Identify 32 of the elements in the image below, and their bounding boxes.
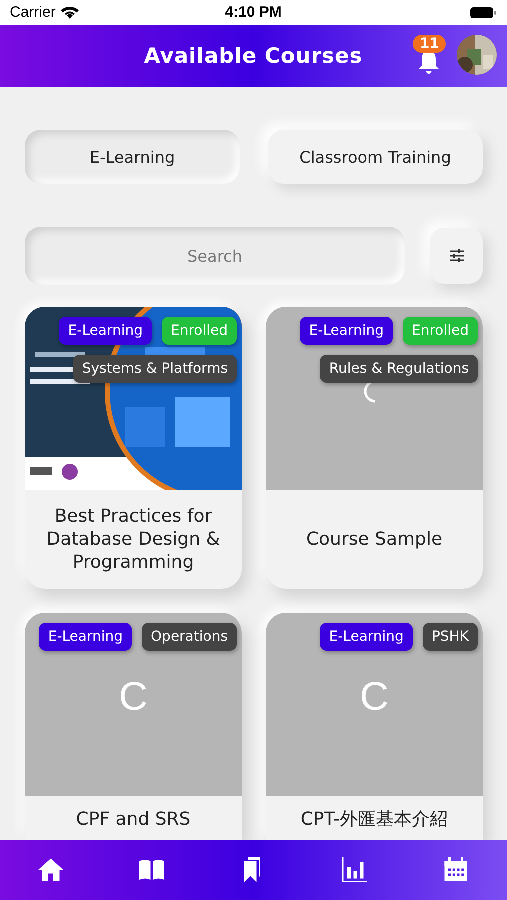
carrier-label: Carrier [10, 4, 56, 21]
course-tag: E-Learning [59, 317, 152, 345]
course-tag: E-Learning [320, 623, 413, 651]
course-title: Best Practices for Database Design & Programming [46, 505, 222, 574]
bar-chart-icon [340, 855, 370, 885]
placeholder-letter: C [360, 674, 389, 720]
course-title: CPT-外匯基本介紹 [300, 808, 448, 831]
wifi-icon [60, 6, 79, 19]
page-title: Available Courses [144, 44, 363, 68]
course-card[interactable]: E-Learning Enrolled Systems & Platforms Best Practices for Database Design & Programming [25, 307, 242, 589]
notification-badge: 11 [413, 35, 446, 53]
course-tag: E-Learning [300, 317, 393, 345]
clock-time: 4:10 PM [225, 4, 282, 21]
placeholder-letter: C [119, 674, 148, 720]
course-tag: Rules & Regulations [320, 355, 478, 383]
course-tag: Enrolled [402, 317, 478, 345]
course-tag: E-Learning [39, 623, 132, 651]
course-tag: Enrolled [162, 317, 237, 345]
sliders-icon [448, 249, 464, 263]
course-tag: PSHK [422, 623, 478, 651]
search-field[interactable]: Search [25, 227, 405, 285]
filter-button[interactable] [430, 228, 483, 284]
battery-icon [470, 6, 497, 18]
course-card[interactable]: E-Learning PSHK C CPT-外匯基本介紹 [266, 613, 483, 840]
filter-tab[interactable]: E-Learning [25, 130, 240, 184]
course-tag: Systems & Platforms [73, 355, 237, 383]
course-title: Course Sample [306, 528, 443, 551]
course-card[interactable]: E-Learning Enrolled Rules & Regulations Course Sample [266, 307, 483, 589]
course-card[interactable]: E-Learning Operations C CPF and SRS [25, 613, 242, 840]
course-title: CPF and SRS [76, 808, 191, 831]
filter-tab[interactable]: Classroom Training [268, 130, 483, 184]
course-tag: Operations [142, 623, 237, 651]
